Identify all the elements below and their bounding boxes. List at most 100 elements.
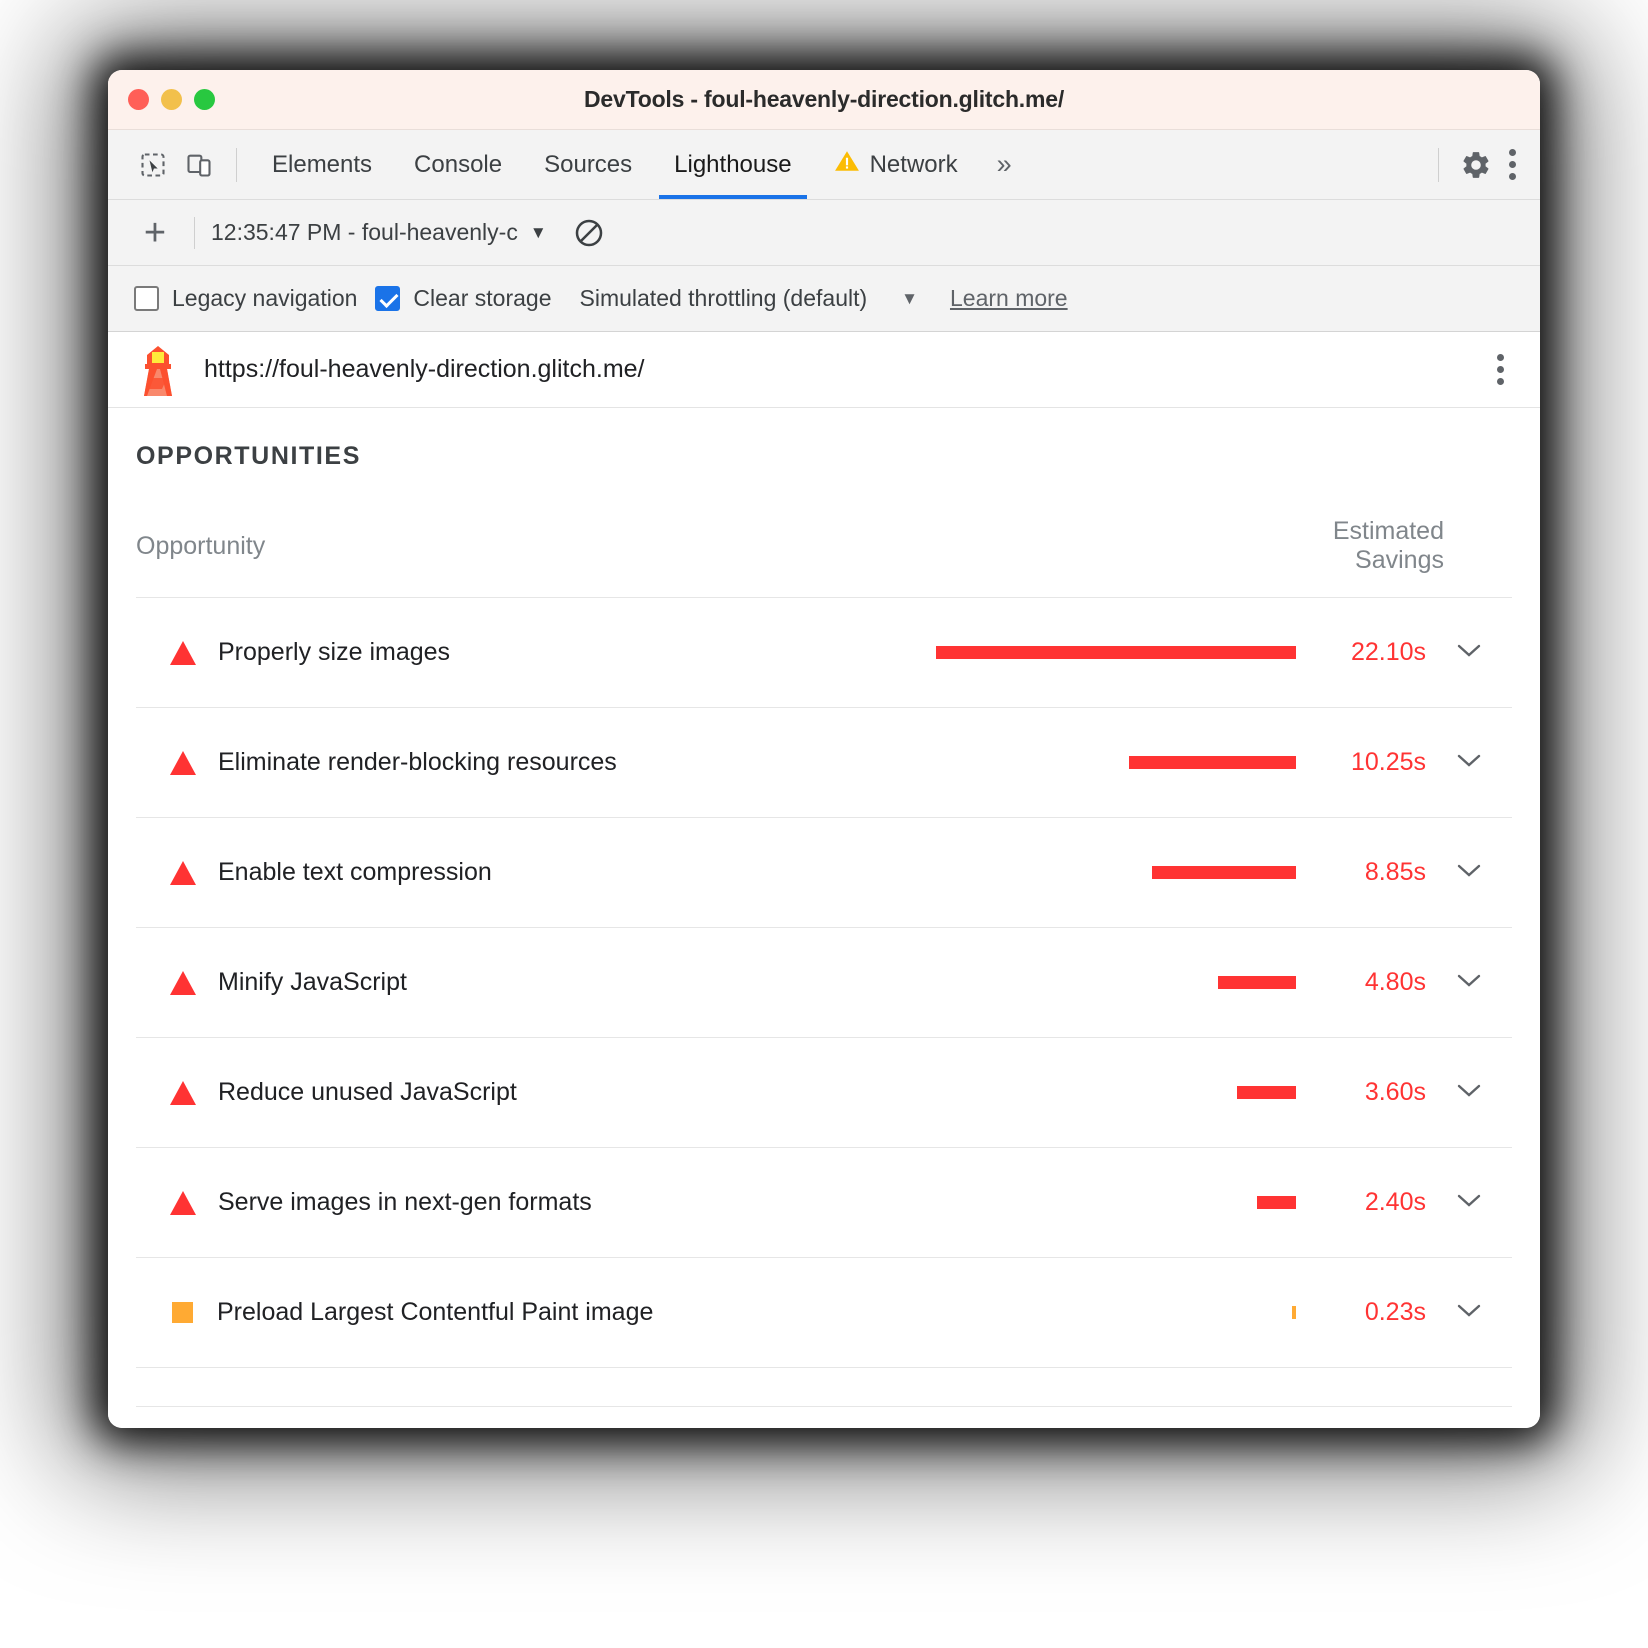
severity-error-icon [170, 1081, 196, 1105]
devtools-main-menu-icon[interactable] [1499, 141, 1526, 188]
opportunity-label: Reduce unused JavaScript [218, 1078, 517, 1107]
table-row[interactable]: Serve images in next-gen formats 2.40s [136, 1148, 1512, 1258]
opportunities-heading: OPPORTUNITIES [136, 408, 1512, 471]
new-report-button[interactable]: + [134, 214, 176, 252]
opportunity-cell: Enable text compression [136, 818, 936, 928]
savings-value: 22.10s [1296, 598, 1426, 708]
opportunity-label: Serve images in next-gen formats [218, 1188, 592, 1217]
savings-value: 10.25s [1296, 708, 1426, 818]
legacy-navigation-checkbox[interactable] [134, 286, 159, 311]
window-titlebar: DevTools - foul-heavenly-direction.glitc… [108, 70, 1540, 130]
tab-network-label: Network [870, 151, 958, 179]
clear-storage-checkbox[interactable] [375, 286, 400, 311]
throttling-label: Simulated throttling (default) [580, 285, 868, 312]
expand-row-button[interactable] [1426, 1148, 1512, 1258]
chevron-down-icon [1454, 860, 1484, 885]
devtools-tabbar: Elements Console Sources Lighthouse [108, 130, 1540, 200]
savings-bar-cell [936, 1148, 1296, 1258]
tab-console-label: Console [414, 151, 502, 179]
severity-error-icon [170, 1191, 196, 1215]
savings-value: 0.23s [1296, 1258, 1426, 1368]
report-body: OPPORTUNITIES Opportunity Estimated Savi… [108, 408, 1540, 1428]
savings-value: 8.85s [1296, 818, 1426, 928]
chevron-down-icon [1454, 1080, 1484, 1105]
savings-bar-cell [936, 818, 1296, 928]
table-row[interactable]: Preload Largest Contentful Paint image 0… [136, 1258, 1512, 1368]
opportunity-label: Properly size images [218, 638, 450, 667]
expand-row-button[interactable] [1426, 928, 1512, 1038]
opportunity-label: Minify JavaScript [218, 968, 407, 997]
opportunities-footer-note: These suggestions can help your page loa… [136, 1406, 1512, 1428]
severity-error-icon [170, 641, 196, 665]
savings-value: 3.60s [1296, 1038, 1426, 1148]
opportunity-label: Eliminate render-blocking resources [218, 748, 617, 777]
expand-row-button[interactable] [1426, 818, 1512, 928]
savings-bar [1292, 1306, 1296, 1319]
report-select-value: 12:35:47 PM - foul-heavenly-c [211, 219, 518, 246]
legacy-navigation-label: Legacy navigation [172, 285, 357, 312]
clear-storage-label: Clear storage [413, 285, 551, 312]
devtools-tab-list: Elements Console Sources Lighthouse [251, 130, 1030, 199]
table-row[interactable]: Minify JavaScript 4.80s [136, 928, 1512, 1038]
opportunity-cell: Reduce unused JavaScript [136, 1038, 936, 1148]
clear-reports-button[interactable] [573, 217, 605, 249]
opportunity-label: Preload Largest Contentful Paint image [217, 1298, 653, 1327]
expand-row-button[interactable] [1426, 1258, 1512, 1368]
learn-more-link[interactable]: Learn more [950, 285, 1068, 312]
chevron-down-icon [1454, 1300, 1484, 1325]
table-row[interactable]: Properly size images 22.10s [136, 598, 1512, 708]
gear-icon[interactable] [1453, 142, 1499, 188]
lighthouse-runbar: + 12:35:47 PM - foul-heavenly-c ▼ [108, 200, 1540, 266]
savings-value: 2.40s [1296, 1148, 1426, 1258]
chevron-down-icon [1454, 640, 1484, 665]
savings-bar-cell [936, 928, 1296, 1038]
chevron-down-icon: ▼ [530, 223, 547, 243]
report-url: https://foul-heavenly-direction.glitch.m… [204, 355, 645, 384]
throttling-chevron-down-icon[interactable]: ▼ [901, 289, 918, 309]
savings-bar [1218, 976, 1296, 989]
severity-error-icon [170, 751, 196, 775]
legacy-navigation-option[interactable]: Legacy navigation [134, 285, 357, 312]
severity-warning-icon [172, 1302, 193, 1323]
severity-error-icon [170, 971, 196, 995]
report-menu-icon[interactable] [1487, 346, 1514, 393]
opportunity-cell: Preload Largest Contentful Paint image [136, 1258, 936, 1368]
savings-bar-cell [936, 1038, 1296, 1148]
inspect-cursor-icon[interactable] [130, 142, 176, 188]
report-select[interactable]: 12:35:47 PM - foul-heavenly-c ▼ [211, 219, 547, 246]
opportunities-table-body: Properly size images 22.10s [136, 598, 1512, 1368]
tab-sources[interactable]: Sources [523, 130, 653, 199]
savings-bar [1257, 1196, 1296, 1209]
devtools-window: DevTools - foul-heavenly-direction.glitc… [108, 70, 1540, 1428]
warning-triangle-icon [834, 149, 860, 180]
tab-network[interactable]: Network [813, 130, 979, 199]
savings-bar-cell [936, 598, 1296, 708]
savings-bar-cell [936, 708, 1296, 818]
more-tabs-button[interactable]: » [979, 149, 1030, 180]
tab-console[interactable]: Console [393, 130, 523, 199]
expand-row-button[interactable] [1426, 1038, 1512, 1148]
expand-row-button[interactable] [1426, 598, 1512, 708]
window-title: DevTools - foul-heavenly-direction.glitc… [108, 86, 1540, 113]
savings-bar [1129, 756, 1296, 769]
device-toolbar-icon[interactable] [176, 142, 222, 188]
opportunity-cell: Eliminate render-blocking resources [136, 708, 936, 818]
expand-row-button[interactable] [1426, 708, 1512, 818]
savings-bar [936, 646, 1296, 659]
column-opportunity: Opportunity [136, 517, 1296, 598]
lighthouse-options-bar: Legacy navigation Clear storage Simulate… [108, 266, 1540, 332]
opportunities-table: Opportunity Estimated Savings Properly s… [136, 517, 1512, 1368]
opportunity-cell: Properly size images [136, 598, 936, 708]
chevron-down-icon [1454, 750, 1484, 775]
report-header: https://foul-heavenly-direction.glitch.m… [108, 332, 1540, 408]
table-row[interactable]: Eliminate render-blocking resources 10.2… [136, 708, 1512, 818]
tab-elements-label: Elements [272, 151, 372, 179]
tab-elements[interactable]: Elements [251, 130, 393, 199]
savings-value: 4.80s [1296, 928, 1426, 1038]
table-row[interactable]: Enable text compression 8.85s [136, 818, 1512, 928]
clear-storage-option[interactable]: Clear storage [375, 285, 551, 312]
table-row[interactable]: Reduce unused JavaScript 3.60s [136, 1038, 1512, 1148]
tab-lighthouse[interactable]: Lighthouse [653, 130, 812, 199]
opportunity-label: Enable text compression [218, 858, 492, 887]
tabbar-divider-1 [236, 148, 237, 182]
